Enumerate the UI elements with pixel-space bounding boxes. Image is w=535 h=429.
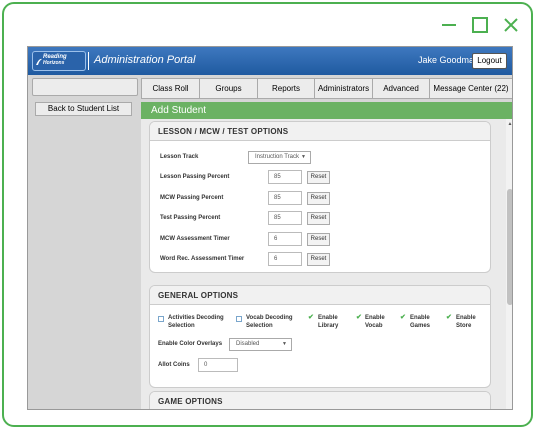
logout-button[interactable]: Logout [472,53,507,69]
test-passing-percent-label: Test Passing Percent [160,215,221,221]
tab-administrators[interactable]: Administrators [315,79,373,98]
vocab-decoding-checkbox[interactable] [236,316,242,322]
minimize-icon[interactable] [440,16,458,34]
lesson-track-select[interactable]: Instruction Track ▼ [248,151,311,164]
color-overlays-value: Disabled [236,341,260,347]
user-name: Jake Goodman [418,55,480,65]
activities-decoding-line2: Selection [168,323,195,329]
general-options-header: GENERAL OPTIONS [150,286,490,305]
lesson-options-panel: LESSON / MCW / TEST OPTIONS Lesson Track… [149,121,491,273]
window-frame: Reading Horizons Administration Portal J… [2,2,533,427]
tab-reports[interactable]: Reports [258,79,315,98]
test-passing-percent-reset-button[interactable]: Reset [307,212,330,225]
enable-vocab-line2: Vocab [365,323,383,329]
game-options-header: GAME OPTIONS [150,392,490,409]
header-divider [88,52,89,70]
lesson-passing-percent-label: Lesson Passing Percent [160,174,230,180]
lesson-options-header: LESSON / MCW / TEST OPTIONS [150,122,490,141]
scroll-thumb[interactable] [507,189,512,305]
game-options-panel: GAME OPTIONS [149,391,491,409]
word-rec-assessment-timer-reset-button[interactable]: Reset [307,253,330,266]
activities-decoding-checkbox[interactable] [158,316,164,322]
color-overlays-select[interactable]: Disabled ▼ [229,338,292,351]
enable-store-line2: Store [456,323,472,329]
scroll-up-icon[interactable]: ▲ [507,121,512,127]
logo-line2: Horizons [43,60,65,66]
check-icon[interactable]: ✔ [446,314,452,321]
enable-games-line1: Enable [410,315,430,321]
lesson-passing-percent-input[interactable]: 85 [268,170,302,184]
mcw-passing-percent-reset-button[interactable]: Reset [307,192,330,205]
enable-library-line1: Enable [318,315,338,321]
vocab-decoding-line1: Vocab Decoding [246,315,293,321]
lesson-passing-percent-reset-button[interactable]: Reset [307,171,330,184]
mcw-passing-percent-label: MCW Passing Percent [160,195,224,201]
enable-store-label: Enable Store [456,314,476,330]
lesson-track-value: Instruction Track [255,154,300,160]
test-passing-percent-input[interactable]: 85 [268,211,302,225]
book-icon [36,58,42,65]
general-options-panel: GENERAL OPTIONS Activities Decoding Sele… [149,285,491,388]
vocab-decoding-label: Vocab Decoding Selection [246,314,293,330]
content-area: LESSON / MCW / TEST OPTIONS Lesson Track… [141,119,512,409]
chevron-down-icon: ▼ [301,154,306,160]
tab-class-roll[interactable]: Class Roll [142,79,200,98]
chevron-down-icon: ▼ [282,341,287,347]
enable-store-line1: Enable [456,315,476,321]
mcw-assessment-timer-input[interactable]: 6 [268,232,302,246]
enable-library-line2: Library [318,323,339,329]
check-icon[interactable]: ✔ [400,314,406,321]
mcw-passing-percent-input[interactable]: 85 [268,191,302,205]
tab-advanced[interactable]: Advanced [373,79,430,98]
app-window: Reading Horizons Administration Portal J… [27,46,513,410]
sidebar-search-box[interactable] [32,78,138,96]
enable-vocab-label: Enable Vocab [365,314,385,330]
mcw-assessment-timer-reset-button[interactable]: Reset [307,233,330,246]
lesson-track-label: Lesson Track [160,154,199,160]
color-overlays-label: Enable Color Overlays [158,341,223,347]
tab-message-center[interactable]: Message Center (22) [430,79,512,98]
check-icon[interactable]: ✔ [308,314,314,321]
logo: Reading Horizons [32,51,86,71]
activities-decoding-label: Activities Decoding Selection [168,314,224,330]
check-icon[interactable]: ✔ [356,314,362,321]
enable-vocab-line1: Enable [365,315,385,321]
maximize-icon[interactable] [471,16,489,34]
vocab-decoding-line2: Selection [246,323,273,329]
back-to-student-list-button[interactable]: Back to Student List [35,102,132,116]
enable-games-label: Enable Games [410,314,430,330]
page-title: Add Student [141,102,512,119]
tab-groups[interactable]: Groups [200,79,258,98]
vertical-scrollbar[interactable]: ▲ [506,119,512,409]
word-rec-assessment-timer-input[interactable]: 6 [268,252,302,266]
allot-coins-label: Allot Coins [158,362,190,368]
mcw-assessment-timer-label: MCW Assessment Timer [160,236,230,242]
enable-games-line2: Games [410,323,431,329]
enable-library-label: Enable Library [318,314,338,330]
main-tabs: Class Roll Groups Reports Administrators… [141,78,512,99]
portal-title: Administration Portal [94,54,196,66]
word-rec-assessment-timer-label: Word Rec. Assessment Timer [160,256,245,262]
activities-decoding-line1: Activities Decoding [168,315,224,321]
allot-coins-input[interactable]: 0 [198,358,238,372]
close-icon[interactable] [502,16,520,34]
top-bar: Reading Horizons Administration Portal J… [28,47,512,75]
